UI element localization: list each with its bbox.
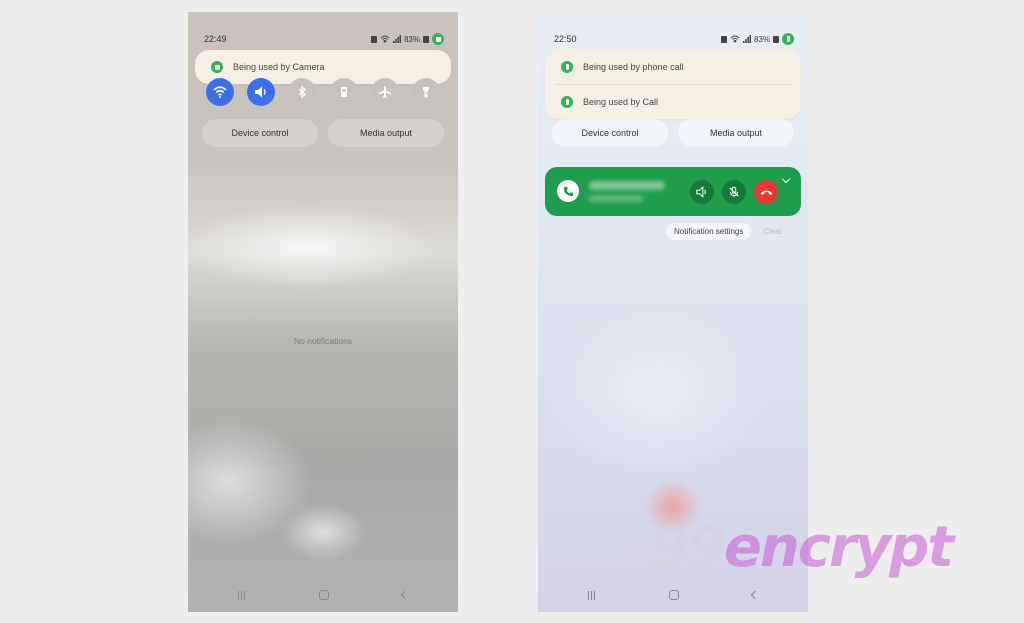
watermark-suffix: encrypt bbox=[723, 515, 954, 580]
bluetooth-icon bbox=[298, 85, 307, 99]
phone-screen-left: 22:49 83% Being used by Camera Device co… bbox=[188, 12, 458, 612]
privacy-label: Being used by Call bbox=[583, 97, 659, 107]
home-icon[interactable] bbox=[668, 590, 679, 600]
qs-rotation[interactable] bbox=[329, 78, 358, 106]
end-call-button[interactable] bbox=[754, 180, 778, 204]
navigation-bar bbox=[588, 588, 760, 602]
recents-icon[interactable] bbox=[238, 590, 245, 600]
status-icons: 83% bbox=[370, 33, 444, 45]
privacy-row[interactable]: Being used by phone call bbox=[545, 50, 801, 84]
speaker-icon bbox=[696, 186, 706, 198]
device-control-button[interactable]: Device control bbox=[202, 119, 318, 147]
signal-icon bbox=[392, 35, 401, 43]
rotation-icon bbox=[340, 87, 347, 97]
qs-bluetooth[interactable] bbox=[288, 78, 317, 106]
watermark-prefix: 99 bbox=[650, 515, 726, 580]
qs-flashlight[interactable] bbox=[411, 78, 440, 106]
quick-settings bbox=[206, 78, 440, 106]
qs-wifi[interactable] bbox=[206, 78, 234, 106]
phone-icon bbox=[557, 180, 579, 202]
wifi-status-icon bbox=[730, 35, 740, 43]
notification-settings-button[interactable]: Notification settings bbox=[666, 223, 752, 240]
media-output-button[interactable]: Media output bbox=[328, 119, 444, 147]
camera-in-use-indicator bbox=[432, 33, 444, 45]
battery-icon bbox=[423, 35, 429, 43]
microphone-in-use-indicator bbox=[782, 33, 794, 45]
mute-button[interactable] bbox=[722, 180, 746, 204]
end-call-icon bbox=[760, 190, 772, 195]
device-control-button[interactable]: Device control bbox=[552, 119, 668, 147]
media-output-button[interactable]: Media output bbox=[678, 119, 794, 147]
qs-pills: Device control Media output bbox=[202, 119, 444, 147]
qs-pills: Device control Media output bbox=[552, 119, 794, 147]
speaker-button[interactable] bbox=[690, 180, 714, 204]
clear-button[interactable]: Clear bbox=[763, 227, 782, 236]
battery-percent: 83% bbox=[403, 34, 420, 44]
microphone-muted-icon bbox=[729, 186, 739, 198]
ongoing-call-notification[interactable] bbox=[545, 167, 801, 216]
status-bar: 22:49 83% bbox=[204, 32, 444, 46]
watermark-logo: 99encrypt bbox=[650, 520, 954, 576]
navigation-bar bbox=[238, 588, 410, 602]
home-icon[interactable] bbox=[318, 590, 329, 600]
privacy-label: Being used by Camera bbox=[233, 62, 325, 72]
clock: 22:50 bbox=[554, 34, 577, 44]
privacy-label: Being used by phone call bbox=[583, 62, 684, 72]
battery-saver-icon bbox=[720, 35, 727, 43]
qs-airplane[interactable] bbox=[370, 78, 399, 106]
notification-actions: Notification settings Clear bbox=[666, 223, 798, 240]
recents-icon[interactable] bbox=[588, 590, 595, 600]
clock: 22:49 bbox=[204, 34, 227, 44]
status-bar: 22:50 83% bbox=[554, 32, 794, 46]
status-icons: 83% bbox=[720, 33, 794, 45]
wifi-status-icon bbox=[380, 35, 390, 43]
battery-percent: 83% bbox=[753, 34, 770, 44]
back-icon[interactable] bbox=[750, 590, 760, 600]
privacy-row[interactable]: Being used by Call bbox=[545, 85, 801, 119]
empty-notifications-text: No notifications bbox=[293, 336, 353, 346]
battery-icon bbox=[773, 35, 779, 43]
signal-icon bbox=[742, 35, 751, 43]
microphone-icon bbox=[561, 96, 573, 108]
expand-chevron-icon[interactable] bbox=[781, 174, 791, 184]
call-duration-blurred bbox=[589, 195, 643, 202]
battery-saver-icon bbox=[370, 35, 377, 43]
microphone-icon bbox=[561, 61, 573, 73]
back-icon[interactable] bbox=[400, 590, 410, 600]
qs-sound[interactable] bbox=[247, 78, 276, 106]
flashlight-icon bbox=[422, 87, 429, 98]
airplane-icon bbox=[378, 86, 391, 98]
privacy-popup: Being used by phone call Being used by C… bbox=[545, 50, 801, 119]
caller-name-blurred bbox=[589, 181, 665, 190]
camera-icon bbox=[211, 61, 223, 73]
speaker-icon bbox=[255, 86, 266, 98]
wifi-icon bbox=[213, 86, 227, 98]
